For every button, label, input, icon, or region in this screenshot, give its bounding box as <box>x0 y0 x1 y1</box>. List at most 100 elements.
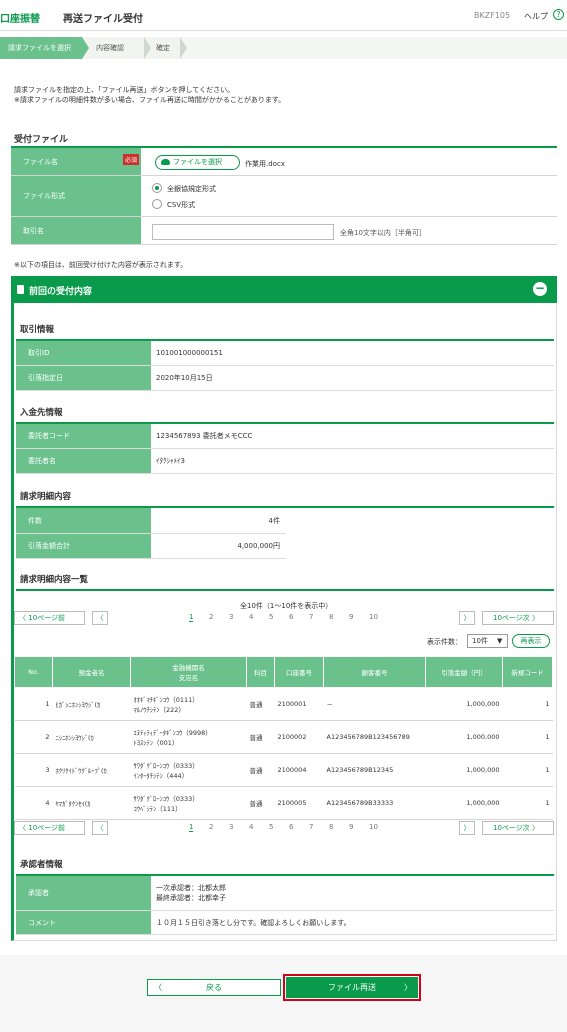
cell-code: 1 <box>502 720 553 754</box>
bank-name: ｴﾇﾃｨﾃｨﾃﾞｰﾀｷﾞﾝｺｳ（9998） <box>133 729 212 737</box>
cell-customer: A123456789B33333 <box>323 786 426 820</box>
next-page-button[interactable]: 〉 <box>459 611 475 625</box>
pager-top: 〈 10ページ前 〈 1 2 3 4 5 6 7 8 9 10 〉 10ページ次… <box>14 611 554 627</box>
transaction-name-hint: 全角10文字以内［半角可］ <box>340 229 426 237</box>
page-7[interactable]: 7 <box>309 613 313 621</box>
prev-10-button[interactable]: 〈 10ページ前 <box>14 821 85 835</box>
header-bar: 口座振替 再送ファイル受付 BKZF105 ヘルプ ? <box>0 0 567 31</box>
cell-account: 2100002 <box>274 720 324 754</box>
cell-no: 3 <box>14 753 53 787</box>
col-customer: 顧客番号 <box>323 656 426 688</box>
page-3[interactable]: 3 <box>229 613 233 621</box>
prev-10-button[interactable]: 〈 10ページ前 <box>14 611 85 625</box>
table-row: 1 ﾋｶﾞｼﾆﾎﾝｼﾖｳｼﾞ(ｶ ｵｵｷﾞﾏﾁｷﾞﾝｺｳ（0111） ﾏﾙﾉｳﾁｼﾃﾝ… <box>14 687 553 721</box>
cell-account: 2100005 <box>274 786 324 820</box>
final-approver: 最終承認者：北都幸子 <box>156 894 226 902</box>
consignor-code-value: 1234567893 委託者メモCCC <box>156 432 253 440</box>
trans-info-title: 取引情報 <box>20 325 55 335</box>
instructions: 請求ファイルを指定の上、「ファイル再送」ボタンを押してください。 ※請求ファイル… <box>14 86 286 104</box>
count-value: 4件 <box>268 516 280 525</box>
next-page-button[interactable]: 〉 <box>459 821 475 835</box>
format-option-zengin: 全銀協規定形式 <box>167 185 216 193</box>
previous-panel-title: 前回の受付内容 <box>29 287 93 297</box>
col-code: 新規コード <box>502 656 553 688</box>
page-5[interactable]: 5 <box>269 613 273 621</box>
step-1: 請求ファイルを選択 <box>0 37 82 59</box>
step-indicator: 請求ファイルを選択 内容確認 確定 <box>0 37 567 59</box>
page-8[interactable]: 8 <box>329 613 333 621</box>
total-row: 引落金額合計 4,000,000円 <box>16 534 286 559</box>
redisplay-button[interactable]: 再表示 <box>512 634 550 648</box>
format-radio-zengin[interactable] <box>152 183 162 193</box>
payee-info-title: 入金先情報 <box>20 408 63 418</box>
step-arrow <box>82 37 89 59</box>
page-6[interactable]: 6 <box>289 823 293 831</box>
page-2[interactable]: 2 <box>209 823 213 831</box>
page-3[interactable]: 3 <box>229 823 233 831</box>
back-button[interactable]: 〈 戻る <box>147 979 281 996</box>
help-link[interactable]: ヘルプ <box>524 11 548 22</box>
comment-value: １０月１５日引き落とし分です。確認よろしくお願いします。 <box>156 918 351 927</box>
per-page-select[interactable]: 10件 ▼ <box>467 634 508 648</box>
col-type: 科目 <box>246 656 275 688</box>
transaction-name-label: 取引名 <box>11 217 141 244</box>
page-5[interactable]: 5 <box>269 823 273 831</box>
consignor-name-value: ｲﾀｸｼｬﾒｲ3 <box>156 457 185 465</box>
cell-type: 普通 <box>246 687 275 721</box>
choose-file-button[interactable]: ファイルを選択 <box>155 155 240 170</box>
page-1[interactable]: 1 <box>189 613 194 622</box>
cell-amount: 1,000,000 <box>425 720 503 754</box>
cell-amount: 1,000,000 <box>425 786 503 820</box>
cell-depositor: ﾎｸﾘｸｲﾄﾞｳｸﾞﾙｰﾌﾟ(ｶ <box>52 753 131 787</box>
screen-code: BKZF105 <box>474 11 511 20</box>
col-amount: 引落金額（円） <box>425 656 503 688</box>
approver-title: 承認者情報 <box>20 860 63 870</box>
previous-panel-header[interactable]: 前回の受付内容 <box>11 276 557 303</box>
step-arrow <box>144 37 151 59</box>
next-10-button[interactable]: 10ページ次 〉 <box>482 821 554 835</box>
app-label: 口座振替 <box>0 14 40 25</box>
cell-customer: － <box>323 687 426 721</box>
cell-depositor: ﾔﾏｶﾞﾀｸﾝｾｲ(ｶ <box>52 786 131 820</box>
file-format-row: ファイル形式 <box>11 176 557 217</box>
format-radio-csv[interactable] <box>152 199 162 209</box>
cell-depositor: ﾋｶﾞｼﾆﾎﾝｼﾖｳｼﾞ(ｶ <box>52 687 131 721</box>
next-10-button[interactable]: 10ページ次 〉 <box>482 611 554 625</box>
table-row: 2 ﾆｼﾆﾎﾝｼﾖｳｼﾞ(ｶ ｴﾇﾃｨﾃｨﾃﾞｰﾀｷﾞﾝｺｳ（9998） ﾄﾖｽｼﾃﾝ… <box>14 720 553 754</box>
page-7[interactable]: 7 <box>309 823 313 831</box>
collapse-icon[interactable]: − <box>533 282 547 296</box>
pager-bottom: 〈 10ページ前 〈 1 2 3 4 5 6 7 8 9 10 〉 10ページ次… <box>14 821 554 837</box>
page-10[interactable]: 10 <box>369 823 378 831</box>
transaction-name-input[interactable] <box>152 224 334 240</box>
page-2[interactable]: 2 <box>209 613 213 621</box>
prev-page-button[interactable]: 〈 <box>92 611 108 625</box>
cell-no: 2 <box>14 720 53 754</box>
prev-page-button[interactable]: 〈 <box>92 821 108 835</box>
cell-type: 普通 <box>246 753 275 787</box>
branch-name: ｺｳﾍﾞｼﾃﾝ（111） <box>133 805 182 813</box>
page-9[interactable]: 9 <box>349 613 353 621</box>
page-1[interactable]: 1 <box>189 823 194 832</box>
cell-bank: ｴﾇﾃｨﾃｨﾃﾞｰﾀｷﾞﾝｺｳ（9998） ﾄﾖｽｼﾃﾝ（001） <box>130 720 247 754</box>
resend-file-button[interactable]: ファイル再送 〉 <box>283 974 421 1001</box>
cell-code: 1 <box>502 753 553 787</box>
help-icon[interactable]: ? <box>553 9 564 20</box>
cell-depositor: ﾆｼﾆﾎﾝｼﾖｳｼﾞ(ｶ <box>52 720 131 754</box>
upload-section-title: 受付ファイル <box>14 135 69 145</box>
page-4[interactable]: 4 <box>249 613 253 621</box>
debit-date-value: 2020年10月15日 <box>156 374 213 382</box>
page-8[interactable]: 8 <box>329 823 333 831</box>
page-9[interactable]: 9 <box>349 823 353 831</box>
page-6[interactable]: 6 <box>289 613 293 621</box>
table-row: 3 ﾎｸﾘｸｲﾄﾞｳｸﾞﾙｰﾌﾟ(ｶ ｻﾜﾀﾞｸﾞﾛｰﾝｺｳ（0333） ｲﾝﾀｰﾀﾁ… <box>14 753 553 787</box>
branch-name: ﾄﾖｽｼﾃﾝ（001） <box>133 739 179 747</box>
cell-account: 2100004 <box>274 753 324 787</box>
cell-bank: ｵｵｷﾞﾏﾁｷﾞﾝｺｳ（0111） ﾏﾙﾉｳﾁｼﾃﾝ（222） <box>130 687 247 721</box>
file-format-label: ファイル形式 <box>11 176 141 216</box>
page-4[interactable]: 4 <box>249 823 253 831</box>
list-title: 請求明細内容一覧 <box>20 575 89 585</box>
per-page-label: 表示件数： <box>427 638 462 646</box>
format-option-csv: CSV形式 <box>167 201 196 209</box>
bank-name: ｻﾜﾀﾞｸﾞﾛｰﾝｺｳ（0333） <box>133 762 199 770</box>
page-10[interactable]: 10 <box>369 613 378 621</box>
